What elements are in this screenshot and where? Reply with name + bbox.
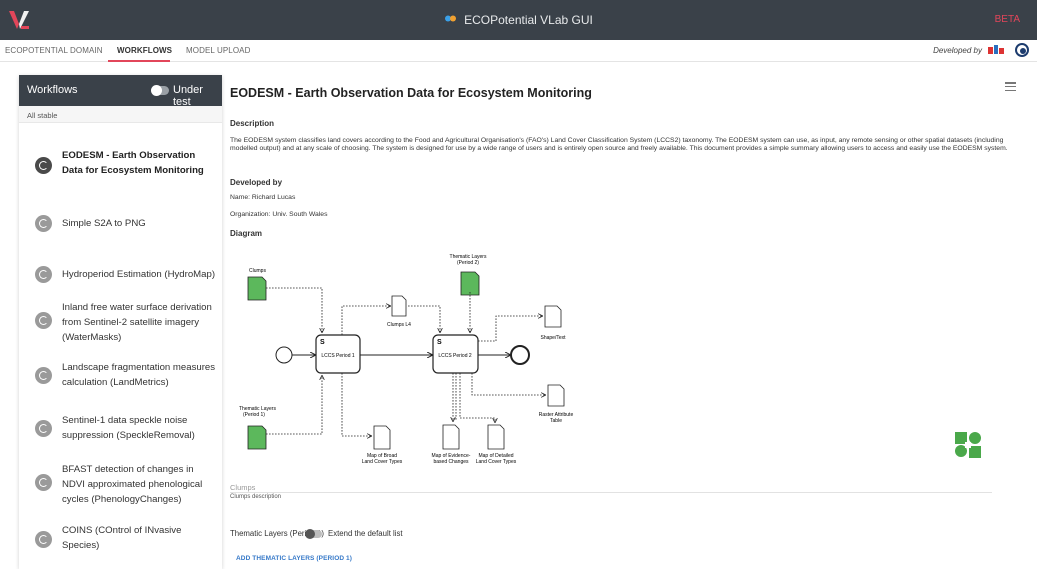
partner-logo-icon[interactable]	[988, 44, 1004, 56]
app-title: ECOPotential VLab GUI	[0, 13, 1037, 27]
app-title-text: ECOPotential VLab GUI	[464, 13, 593, 27]
shape-text-output-icon[interactable]	[544, 305, 562, 328]
clumps-l4-label: Clumps L4	[387, 322, 411, 328]
map-detailed-types-label: Land Cover Types	[476, 459, 517, 465]
ecopotential-icon	[445, 15, 457, 22]
clumps-field-description: Clumps description	[230, 494, 282, 500]
workflow-icon	[35, 367, 52, 384]
add-thematic-layers-button[interactable]: ADD THEMATIC LAYERS (PERIOD 1)	[236, 555, 352, 562]
raster-attribute-output-icon[interactable]	[547, 384, 565, 407]
shape-text-label: Shape/Text	[540, 335, 566, 341]
developed-by-label: Developed by	[933, 46, 982, 55]
top-app-bar: ECOPotential VLab GUI BETA	[0, 0, 1037, 40]
sidebar-header: Workflows Under test	[19, 75, 222, 108]
end-event	[510, 345, 530, 365]
filter-label: All stable	[19, 106, 222, 123]
workflow-icon	[35, 157, 52, 174]
workflow-item-label: Landscape fragmentation measures calcula…	[62, 362, 216, 388]
diagram-heading: Diagram	[230, 229, 263, 238]
raster-attribute-table-label: Table	[550, 418, 562, 424]
workflow-item-label: Hydroperiod Estimation (HydroMap)	[62, 269, 216, 280]
map-evidence-output-icon[interactable]	[442, 424, 460, 450]
clumps-data-icon[interactable]	[247, 276, 267, 301]
workflow-item-hydromap[interactable]: Hydroperiod Estimation (HydroMap)	[19, 257, 222, 297]
map-evidence-changes-label: based Changes	[433, 459, 469, 465]
workflow-item-label: COINS (COntrol of INvasive Species)	[62, 525, 182, 551]
workflow-icon	[35, 215, 52, 232]
developer-organization: Organization: Univ. South Wales	[230, 211, 328, 218]
clumps-l4-output-icon[interactable]	[391, 295, 407, 317]
thematic-p1-data-icon[interactable]	[247, 425, 267, 450]
lccs-period-2-label: LCCS Period 2	[438, 353, 472, 359]
clumps-label: Clumps	[249, 268, 266, 274]
workflow-diagram: Clumps Thematic Layers (Period 2) Themat…	[239, 254, 573, 465]
menu-icon[interactable]	[1005, 82, 1016, 92]
beta-badge: BETA	[994, 14, 1020, 25]
workflow-item-label: Simple S2A to PNG	[62, 218, 146, 229]
extend-default-list-toggle[interactable]	[305, 529, 322, 539]
script-icon: S	[437, 339, 442, 346]
tab-workflows[interactable]: WORKFLOWS	[117, 46, 172, 55]
workflow-item-label: Sentinel-1 data speckle noise suppressio…	[62, 415, 195, 441]
workflow-icon	[35, 312, 52, 329]
cnr-logo-icon[interactable]	[1015, 43, 1029, 57]
workflow-item-label: Inland free water surface derivation fro…	[62, 302, 212, 343]
workflow-item-s2a-png[interactable]: Simple S2A to PNG	[19, 208, 222, 248]
clumps-field-underline[interactable]	[230, 492, 992, 493]
start-event	[275, 346, 293, 364]
thematic-p1-period: (Period 1)	[243, 412, 265, 418]
lccs-period-1-label: LCCS Period 1	[321, 353, 355, 359]
extend-default-list-label: Extend the default list	[328, 529, 403, 538]
workflows-sidebar: Workflows Under test All stable EODESM -…	[19, 75, 222, 569]
tab-bar: ECOPOTENTIAL DOMAIN WORKFLOWS MODEL UPLO…	[0, 40, 1037, 62]
toggle-knob	[151, 85, 162, 96]
tab-model-upload[interactable]: MODEL UPLOAD	[186, 46, 250, 55]
developed-by-heading: Developed by	[230, 178, 283, 187]
workflow-item-speckleremoval[interactable]: Sentinel-1 data speckle noise suppressio…	[19, 413, 222, 458]
thematic-p2-data-icon[interactable]	[460, 271, 480, 296]
ecopotential-logo	[955, 432, 981, 458]
workflow-item-label: BFAST detection of changes in NDVI appro…	[62, 464, 203, 505]
under-test-toggle[interactable]	[151, 85, 169, 96]
script-icon: S	[320, 339, 325, 346]
workflow-item-landmetrics[interactable]: Landscape fragmentation measures calcula…	[19, 360, 222, 405]
sidebar-title: Workflows	[27, 84, 78, 96]
workflow-icon	[35, 474, 52, 491]
workflow-icon	[35, 420, 52, 437]
description-heading: Description	[230, 119, 275, 128]
workflow-item-watermasks[interactable]: Inland free water surface derivation fro…	[19, 300, 222, 355]
workflow-item-eodesm[interactable]: EODESM - Earth Observation Data for Ecos…	[19, 143, 222, 193]
active-tab-indicator	[108, 60, 170, 62]
workflow-item-phenologychanges[interactable]: BFAST detection of changes in NDVI appro…	[19, 462, 222, 517]
clumps-field-label: Clumps	[230, 483, 256, 492]
workflow-icon	[35, 531, 52, 548]
workflow-title: EODESM - Earth Observation Data for Ecos…	[230, 86, 592, 100]
workflow-icon	[35, 266, 52, 283]
developer-name: Name: Richard Lucas	[230, 194, 296, 201]
map-broad-output-icon[interactable]	[373, 425, 391, 450]
thematic-p2-period: (Period 2)	[457, 260, 479, 266]
map-broad-types-label: Land Cover Types	[362, 459, 403, 465]
workflow-item-coins[interactable]: COINS (COntrol of INvasive Species)	[19, 523, 222, 568]
tab-ecopotential-domain[interactable]: ECOPOTENTIAL DOMAIN	[5, 46, 103, 55]
under-test-label: Under test	[173, 84, 203, 108]
description-text: The EODESM system classifies land covers…	[230, 137, 1008, 152]
map-detailed-output-icon[interactable]	[487, 424, 505, 450]
toggle-knob	[305, 529, 315, 539]
workflow-item-label: EODESM - Earth Observation Data for Ecos…	[62, 150, 204, 176]
